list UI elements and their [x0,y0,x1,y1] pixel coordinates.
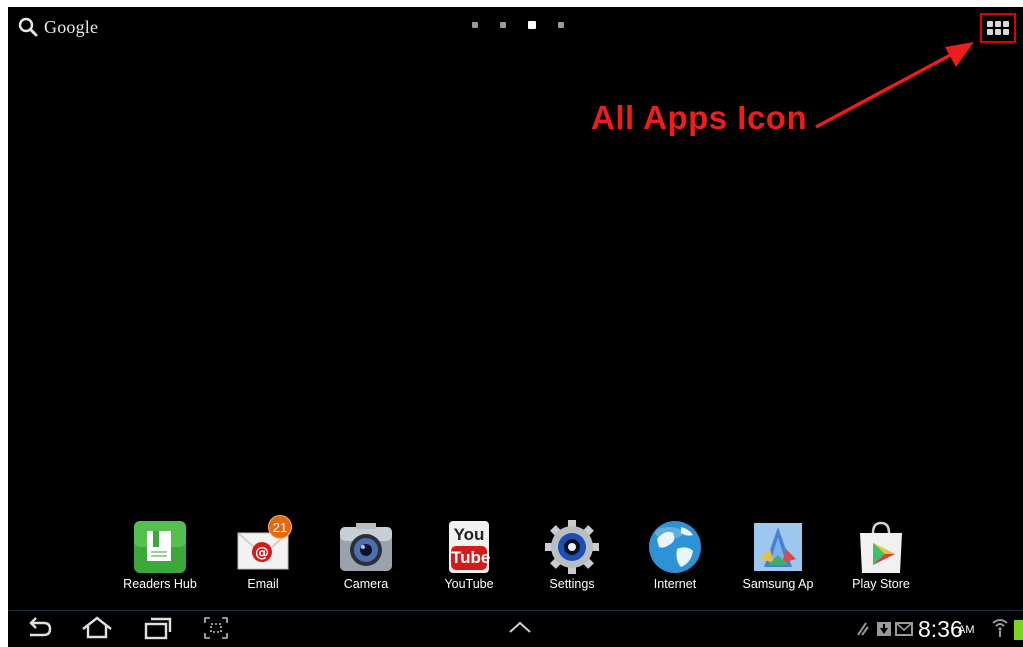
youtube-logo-you: You [453,525,485,544]
download-notification-icon[interactable] [875,619,893,639]
app-label: Camera [343,577,389,591]
app-label: Email [247,577,279,591]
annotation-label: All Apps Icon [591,99,808,136]
email-notification-icon[interactable] [895,620,913,638]
app-label: Readers Hub [123,577,197,591]
home-screen: Google All Apps Icon Readers Hub @ 21 Em… [8,7,1023,647]
system-bar: 8:36 AM [8,610,1023,647]
app-internet[interactable]: Internet [623,519,727,591]
app-label: Settings [549,577,595,591]
app-label: Samsung Ap [742,577,814,591]
email-icon: @ 21 [235,515,292,575]
app-label: YouTube [444,577,494,591]
app-dock: Readers Hub @ 21 Email Camera You Tube Y… [108,515,938,599]
globe-icon [647,519,703,575]
back-button-icon[interactable] [24,615,54,641]
annotation-arrow [815,42,974,129]
app-readers-hub[interactable]: Readers Hub [108,519,212,591]
youtube-icon: You Tube [441,519,497,575]
battery-icon [1014,620,1023,640]
app-label: Internet [653,577,697,591]
screenshot-button-icon[interactable] [202,615,230,641]
email-unread-badge: 21 [268,515,292,539]
recent-apps-button-icon[interactable] [142,615,172,641]
app-settings[interactable]: Settings [520,519,624,591]
app-samsung-apps[interactable]: Samsung Ap [726,519,830,591]
home-button-icon[interactable] [80,615,114,641]
usb-notification-icon[interactable] [854,619,872,639]
app-label: Play Store [852,577,910,591]
play-store-icon [853,519,909,575]
app-camera[interactable]: Camera [314,519,418,591]
camera-icon [338,519,394,575]
settings-gear-icon [544,519,600,575]
svg-text:@: @ [255,545,269,561]
wifi-icon [992,619,1008,637]
clock-time[interactable]: 8:36 [918,616,963,643]
app-play-store[interactable]: Play Store [829,519,933,591]
clock-ampm: AM [958,624,975,636]
youtube-logo-tube: Tube [451,546,490,570]
chevron-up-icon[interactable] [507,619,533,635]
app-email[interactable]: @ 21 Email [211,515,315,591]
readers-hub-icon [132,519,188,575]
samsung-apps-icon [750,519,806,575]
app-youtube[interactable]: You Tube YouTube [417,519,521,591]
